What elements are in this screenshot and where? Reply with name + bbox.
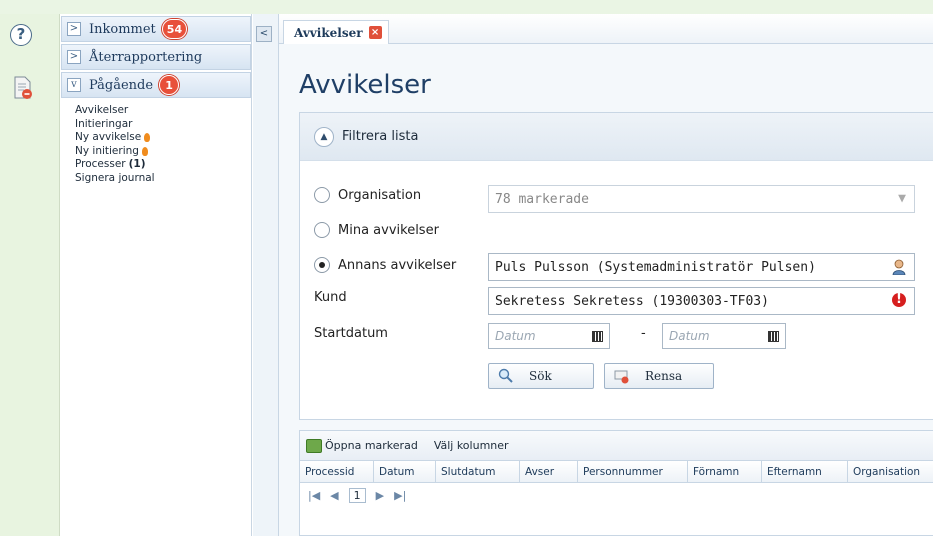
field-value: Sekretess Sekretess (19300303-TF03)	[495, 293, 769, 309]
column-header[interactable]: Förnamn	[688, 461, 762, 482]
open-selected-button[interactable]: Öppna markerad	[306, 438, 418, 453]
nav-item-initieringar[interactable]: Initieringar	[75, 118, 251, 132]
nav-item-label: Signera journal	[75, 171, 155, 184]
radio-mina-avvikelser[interactable]: Mina avvikelser	[314, 222, 439, 238]
help-icon[interactable]: ?	[10, 24, 32, 46]
column-header[interactable]: Organisation	[848, 461, 933, 482]
column-header[interactable]: Datum	[374, 461, 436, 482]
column-header[interactable]: Avser	[520, 461, 578, 482]
count-badge: 1	[159, 75, 180, 95]
radio-button[interactable]	[314, 257, 330, 273]
select-value: 78 markerade	[495, 191, 589, 207]
nav-item-avvikelser[interactable]: Avvikelser	[75, 104, 251, 118]
last-page-icon[interactable]: ▶|	[394, 489, 406, 502]
main-content: Avvikelser × Avvikelser ▲ Filtrera lista…	[278, 14, 933, 536]
column-header[interactable]: Slutdatum	[436, 461, 520, 482]
nav-item-label: Ny avvikelse	[75, 131, 142, 143]
radio-organisation[interactable]: Organisation	[314, 187, 421, 203]
expand-icon[interactable]: >	[67, 50, 81, 64]
date-separator: -	[641, 326, 646, 341]
nav-item-signera-journal[interactable]: Signera journal	[75, 172, 251, 186]
filter-panel: ▲ Filtrera lista Organisation 78 markera…	[299, 112, 933, 420]
close-icon[interactable]: ×	[368, 26, 382, 39]
page-title: Avvikelser	[299, 70, 431, 100]
filter-header[interactable]: ▲ Filtrera lista	[300, 113, 933, 161]
chevron-up-icon[interactable]: ▲	[314, 126, 334, 147]
calendar-icon[interactable]	[592, 331, 603, 342]
radio-button[interactable]	[314, 222, 330, 238]
column-header[interactable]: Processid	[300, 461, 374, 482]
filter-title: Filtrera lista	[342, 129, 419, 144]
column-header[interactable]: Efternamn	[762, 461, 848, 482]
grid-header: Processid Datum Slutdatum Avser Personnu…	[300, 461, 933, 483]
column-header[interactable]: Personnummer	[578, 461, 688, 482]
radio-label: Annans avvikelser	[338, 257, 457, 273]
current-page[interactable]: 1	[348, 487, 366, 503]
clear-button[interactable]: Rensa	[604, 363, 714, 389]
collapse-section-icon[interactable]: v	[67, 78, 81, 92]
search-button[interactable]: Sök	[488, 363, 594, 389]
radio-annans-avvikelser[interactable]: Annans avvikelser	[314, 257, 456, 273]
nav-item-label: Initieringar	[75, 117, 133, 130]
top-strip	[0, 0, 933, 14]
radio-button[interactable]	[314, 187, 330, 203]
organisation-select[interactable]: 78 markerade ▼	[488, 185, 915, 213]
radio-label: Organisation	[338, 187, 422, 203]
end-date-input[interactable]: Datum	[662, 323, 786, 349]
first-page-icon[interactable]: |◀	[308, 489, 320, 502]
choose-columns-button[interactable]: Välj kolumner	[434, 439, 509, 452]
open-icon	[306, 438, 322, 453]
nav-section-pagaende[interactable]: v Pågående 1	[61, 72, 251, 98]
tab-bar: Avvikelser ×	[279, 14, 933, 44]
grid-toolbar: Öppna markerad Välj kolumner	[300, 431, 933, 461]
field-value: Puls Pulsson (Systemadministratör Pulsen…	[495, 259, 816, 275]
button-label: Rensa	[645, 369, 683, 383]
nav-section-label: Återrapportering	[89, 49, 203, 65]
button-label: Öppna markerad	[325, 439, 418, 452]
splitter[interactable]	[253, 14, 278, 536]
error-icon: !	[892, 293, 906, 307]
date-placeholder: Datum	[669, 329, 710, 343]
chevron-down-icon[interactable]: ▼	[898, 191, 906, 206]
nav-item-list: Avvikelser Initieringar Ny avvikelse Ny …	[61, 98, 251, 185]
results-grid: Öppna markerad Välj kolumner Processid D…	[299, 430, 933, 536]
nav-item-label: Avvikelser	[75, 104, 129, 116]
start-date-input[interactable]: Datum	[488, 323, 610, 349]
nav-item-label: Ny initiering	[75, 144, 139, 157]
kund-field[interactable]: Sekretess Sekretess (19300303-TF03) !	[488, 287, 915, 315]
nav-item-count: (1)	[128, 158, 146, 170]
calendar-icon[interactable]	[768, 331, 779, 342]
nav-section-label: Pågående	[89, 77, 154, 93]
flame-icon	[144, 133, 151, 143]
nav-item-processer[interactable]: Processer (1)	[75, 158, 251, 172]
tab-avvikelser[interactable]: Avvikelser ×	[283, 20, 389, 44]
previous-page-icon[interactable]: ◀	[330, 489, 338, 502]
expand-icon[interactable]: >	[67, 22, 81, 36]
startdatum-label: Startdatum	[314, 326, 388, 341]
collapse-nav-button[interactable]: <	[256, 26, 272, 42]
radio-label: Mina avvikelser	[338, 222, 439, 238]
pager: |◀ ◀ 1 ▶ ▶|	[300, 483, 933, 507]
nav-section-inkommet[interactable]: > Inkommet 54	[61, 16, 251, 42]
user-icon[interactable]	[892, 259, 906, 275]
next-page-icon[interactable]: ▶	[376, 489, 384, 502]
annans-user-field[interactable]: Puls Pulsson (Systemadministratör Pulsen…	[488, 253, 915, 281]
nav-section-label: Inkommet	[89, 21, 156, 37]
icon-rail: ?	[0, 14, 60, 536]
nav-item-label: Processer	[75, 158, 126, 170]
kund-label: Kund	[314, 290, 347, 305]
search-icon	[498, 368, 513, 383]
document-alert-icon[interactable]	[13, 76, 33, 100]
nav-item-ny-initiering[interactable]: Ny initiering	[75, 145, 251, 159]
navigation-panel: > Inkommet 54 > Återrapportering v Pågåe…	[61, 14, 252, 536]
nav-item-ny-avvikelse[interactable]: Ny avvikelse	[75, 131, 251, 145]
button-label: Sök	[529, 369, 552, 383]
flame-icon	[141, 146, 148, 156]
date-placeholder: Datum	[495, 329, 536, 343]
button-label: Välj kolumner	[433, 439, 509, 452]
eraser-icon	[614, 370, 629, 384]
tab-label: Avvikelser	[294, 25, 363, 40]
count-badge: 54	[161, 19, 188, 39]
nav-section-aterrapportering[interactable]: > Återrapportering	[61, 44, 251, 70]
